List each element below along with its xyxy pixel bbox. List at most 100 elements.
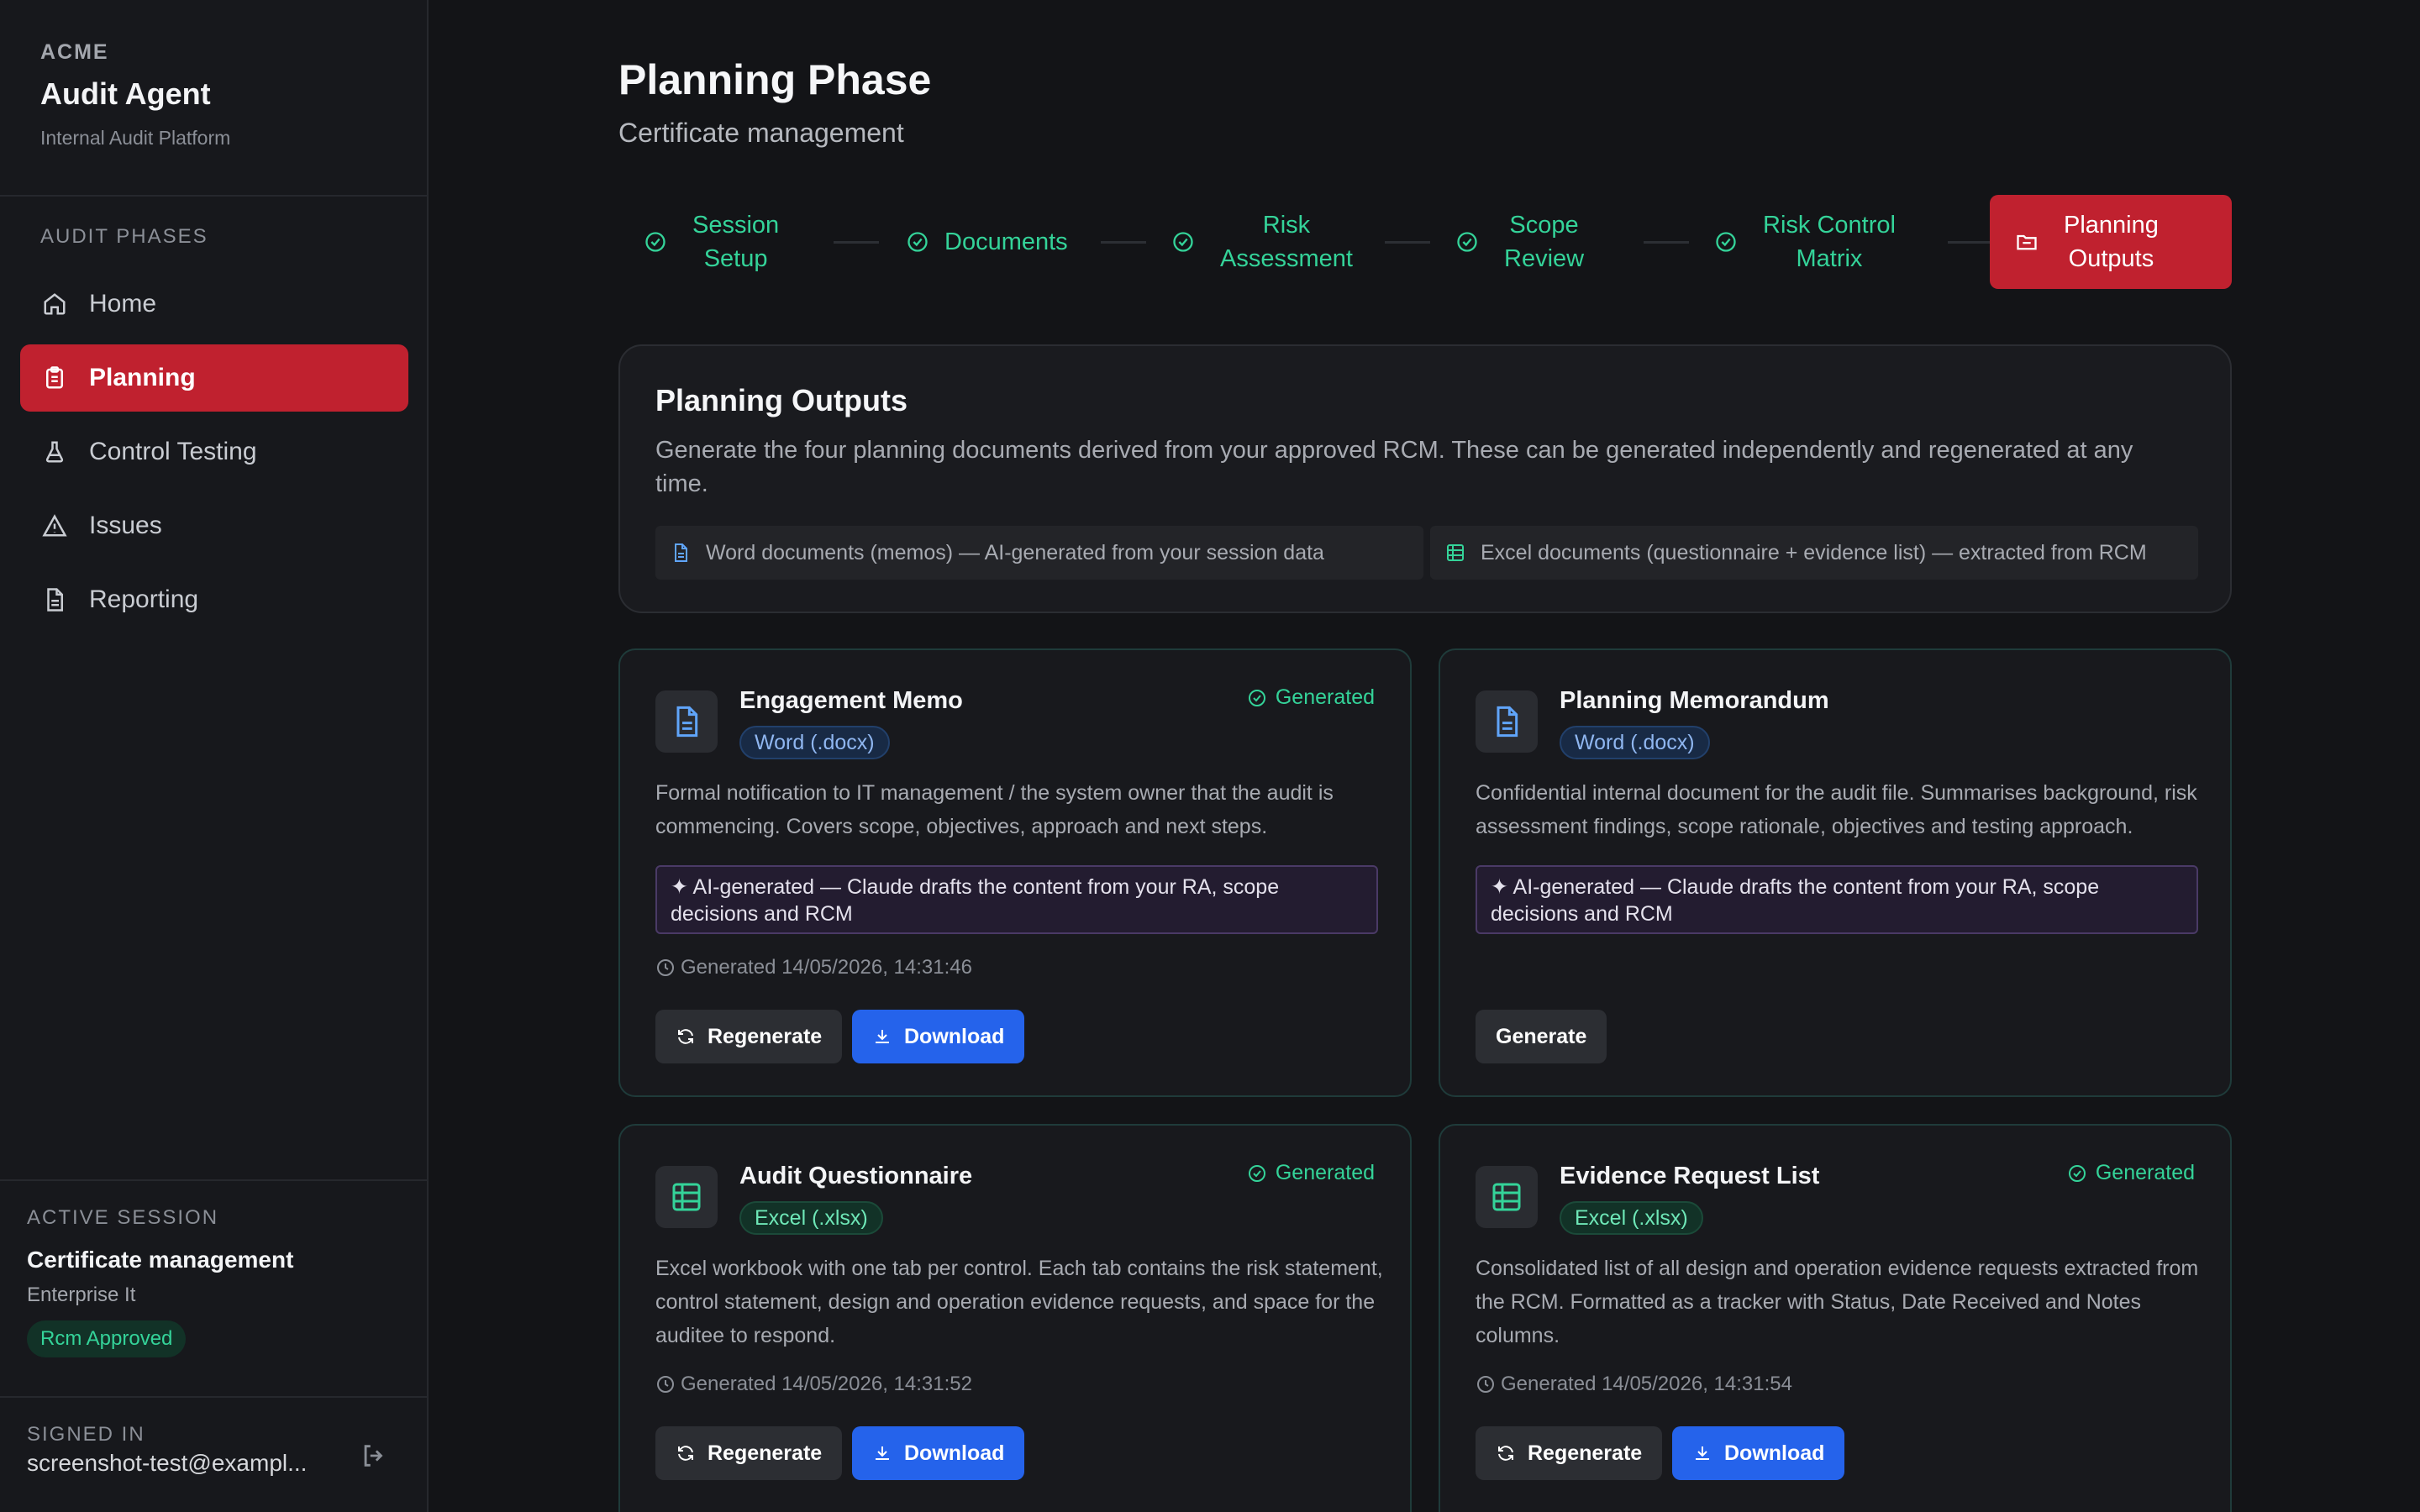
- session-name: Certificate management: [27, 1247, 294, 1273]
- check-circle-icon: [908, 232, 928, 252]
- card-title: Evidence Request List: [1560, 1163, 1820, 1189]
- refresh-icon: [678, 1029, 693, 1044]
- status-label: Generated: [1275, 1161, 1375, 1184]
- flask-icon: [40, 438, 69, 466]
- step-label: Risk Control: [1763, 212, 1896, 239]
- active-session: ACTIVE SESSION Certificate management En…: [27, 1206, 293, 1357]
- file-type-tag: Excel (.xlsx): [1560, 1201, 1703, 1235]
- word-document-icon: [675, 543, 687, 562]
- clock-icon: [1477, 1376, 1494, 1393]
- download-icon: [1696, 1446, 1709, 1460]
- nav-section-label: AUDIT PHASES: [40, 225, 208, 248]
- document-icon: [40, 585, 69, 614]
- download-button[interactable]: Download: [1672, 1426, 1845, 1480]
- sidebar-item-planning[interactable]: Planning: [20, 344, 408, 412]
- word-document-icon: [1476, 690, 1538, 753]
- logout-button[interactable]: [360, 1441, 390, 1472]
- card-description: Formal notification to IT management / t…: [655, 781, 1334, 838]
- spreadsheet-icon: [1476, 1166, 1538, 1228]
- word-docs-chip: Word documents (memos) — AI-generated fr…: [655, 526, 1423, 580]
- sidebar-item-label: Control Testing: [89, 438, 257, 465]
- check-circle-icon: [1248, 689, 1265, 706]
- file-type-tag: Word (.docx): [739, 726, 890, 759]
- clipboard-icon: [40, 364, 69, 392]
- regenerate-button[interactable]: Regenerate: [1476, 1426, 1663, 1480]
- step-connector: [834, 241, 879, 244]
- sidebar-item-label: Issues: [89, 512, 162, 539]
- sidebar-item-issues[interactable]: Issues: [20, 492, 408, 559]
- spreadsheet-icon: [655, 1166, 718, 1228]
- check-circle-icon: [1173, 232, 1193, 252]
- status-generated: Generated: [1247, 685, 1375, 710]
- status-label: Generated: [1275, 685, 1375, 709]
- file-type-tag: Word (.docx): [1560, 726, 1710, 759]
- generated-timestamp: Generated 14/05/2026, 14:31:54: [1476, 1373, 1792, 1396]
- status-badge: Rcm Approved: [27, 1320, 187, 1357]
- check-circle-icon: [645, 232, 666, 252]
- button-label: Download: [1724, 1441, 1825, 1465]
- step-connector: [1385, 241, 1430, 244]
- card-title: Planning Memorandum: [1560, 687, 1829, 714]
- sidebar-item-home[interactable]: Home: [20, 270, 408, 338]
- sidebar-divider: [0, 195, 429, 197]
- word-document-icon: [655, 690, 718, 753]
- step-risk-assessment[interactable]: Risk Assessment: [1171, 195, 1363, 289]
- download-button[interactable]: Download: [852, 1010, 1025, 1063]
- check-circle-icon: [2068, 1164, 2086, 1182]
- folder-icon: [2017, 234, 2037, 250]
- button-label: Regenerate: [1528, 1441, 1643, 1465]
- step-risk-control-matrix[interactable]: Risk Control Matrix: [1714, 195, 1906, 289]
- step-documents[interactable]: Documents: [906, 195, 1068, 289]
- button-label: Download: [904, 1441, 1005, 1465]
- status-generated: Generated: [1247, 1161, 1375, 1185]
- section-title: Planning Outputs: [655, 383, 908, 417]
- sidebar-divider: [0, 1396, 429, 1398]
- planning-outputs-info: Planning Outputs Generate the four plann…: [618, 344, 2232, 613]
- sidebar-item-label: Planning: [89, 364, 196, 391]
- check-circle-icon: [1457, 232, 1477, 252]
- step-label: Scope: [1509, 212, 1579, 239]
- page-subtitle: Certificate management: [618, 118, 904, 148]
- step-label: Outputs: [2068, 245, 2154, 272]
- sidebar-item-reporting[interactable]: Reporting: [20, 566, 408, 633]
- generated-timestamp: Generated 14/05/2026, 14:31:52: [655, 1373, 972, 1396]
- clock-icon: [657, 1376, 674, 1393]
- file-type-tag: Excel (.xlsx): [739, 1201, 883, 1235]
- section-description: Generate the four planning documents der…: [655, 437, 2133, 497]
- step-connector: [1644, 241, 1689, 244]
- generate-button[interactable]: Generate: [1476, 1010, 1607, 1063]
- brand: ACME Audit Agent Internal Audit Platform: [40, 40, 230, 150]
- ai-generated-note: ✦ AI-generated — Claude drafts the conte…: [1476, 865, 2198, 934]
- timestamp-text: Generated 14/05/2026, 14:31:54: [1501, 1373, 1792, 1395]
- step-label: Setup: [703, 245, 768, 272]
- session-dept: Enterprise It: [27, 1284, 136, 1306]
- card-description: Confidential internal document for the a…: [1476, 781, 2197, 838]
- card-description: Excel workbook with one tab per control.…: [655, 1257, 1383, 1347]
- sidebar-item-control-testing[interactable]: Control Testing: [20, 418, 408, 486]
- refresh-icon: [1498, 1446, 1513, 1461]
- download-button[interactable]: Download: [852, 1426, 1025, 1480]
- chip-label: Word documents (memos) — AI-generated fr…: [706, 540, 1324, 564]
- signed-in-label: SIGNED IN: [27, 1423, 145, 1446]
- timestamp-text: Generated 14/05/2026, 14:31:52: [681, 1373, 972, 1395]
- clock-icon: [657, 959, 674, 976]
- phase-stepper: Session Setup Documents Risk Assessment Sc…: [618, 195, 2232, 289]
- check-circle-icon: [1248, 1164, 1265, 1182]
- download-icon: [876, 1030, 889, 1043]
- regenerate-button[interactable]: Regenerate: [655, 1426, 843, 1480]
- step-scope-review[interactable]: Scope Review: [1455, 195, 1594, 289]
- page-title: Planning Phase: [618, 56, 932, 103]
- step-connector: [1101, 241, 1146, 244]
- step-planning-outputs[interactable]: Planning Outputs: [1990, 195, 2232, 289]
- warning-icon: [40, 512, 69, 540]
- session-label: ACTIVE SESSION: [27, 1206, 219, 1229]
- regenerate-button[interactable]: Regenerate: [655, 1010, 843, 1063]
- button-label: Generate: [1496, 1024, 1587, 1048]
- planning-memorandum-card: Planning Memorandum Word (.docx) Confide…: [1439, 648, 2232, 1097]
- brand-org: ACME: [40, 40, 109, 64]
- audit-questionnaire-card: Audit Questionnaire Excel (.xlsx) Genera…: [618, 1124, 1412, 1512]
- step-session-setup[interactable]: Session Setup: [644, 195, 789, 289]
- app-name: Audit Agent: [40, 76, 211, 111]
- card-title: Engagement Memo: [739, 687, 963, 714]
- card-description: Consolidated list of all design and oper…: [1476, 1257, 2199, 1347]
